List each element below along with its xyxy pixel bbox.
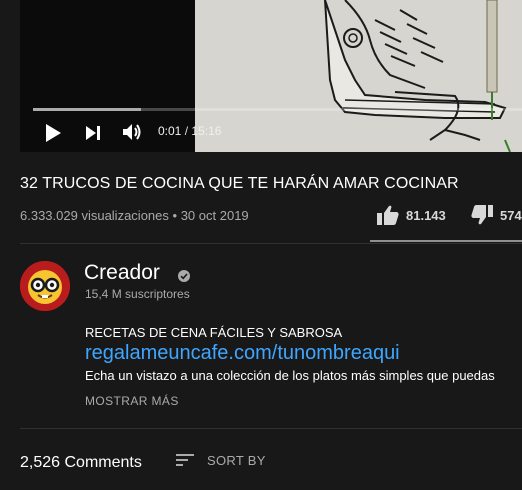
video-title: 32 TRUCOS DE COCINA QUE TE HARÁN AMAR CO… [20,175,459,192]
current-time: 0:01 [158,124,182,138]
sentiment-bar-fill [370,240,522,242]
sentiment-bar [370,240,522,242]
next-button[interactable] [82,122,104,144]
progress-bar[interactable] [33,108,522,111]
volume-button[interactable] [120,120,144,144]
video-player[interactable]: 0:01 / 15:16 [0,0,522,152]
comments-count: 2,526 Comments [20,454,142,471]
sort-by-label: SORT BY [207,452,266,468]
sort-by-button[interactable]: SORT BY [175,452,266,468]
like-count: 81.143 [406,207,446,223]
subscriber-count: 15,4 M suscriptores [85,287,190,301]
time-display: 0:01 / 15:16 [158,124,221,138]
dislike-count: 574 [500,207,522,223]
description-text: Echa un vistazo a una colección de los p… [85,368,495,383]
sort-icon [176,454,194,466]
player-controls: 0:01 / 15:16 [20,114,522,150]
divider [20,428,522,429]
view-count: 6.333.029 visualizaciones [20,208,169,223]
next-icon [86,126,100,140]
verified-badge [178,269,190,287]
time-separator: / [184,124,189,138]
nerd-face-icon [20,261,70,311]
video-meta: 6.333.029 visualizaciones • 30 oct 2019 [20,208,249,223]
thumbs-down-icon [471,205,493,225]
divider [20,243,522,244]
upload-date: 30 oct 2019 [180,208,249,223]
channel-avatar[interactable] [20,261,70,311]
progress-bar-buffered [33,108,141,111]
volume-icon [123,124,141,140]
description-link[interactable]: regalameuncafe.com/tunombreaqui [85,342,400,365]
play-button[interactable] [42,122,64,144]
dislike-button[interactable]: 574 [470,204,522,226]
duration: 15:16 [191,124,222,138]
thumbs-up-icon [377,205,399,225]
meta-dot: • [172,208,178,223]
like-button[interactable]: 81.143 [376,204,446,226]
play-icon [46,124,61,142]
channel-name[interactable]: Creador [84,261,160,285]
verified-check-icon [178,270,190,282]
description-heading: RECETAS DE CENA FÁCILES Y SABROSA [85,325,343,340]
show-more-button[interactable]: MOSTRAR MÁS [85,394,179,408]
